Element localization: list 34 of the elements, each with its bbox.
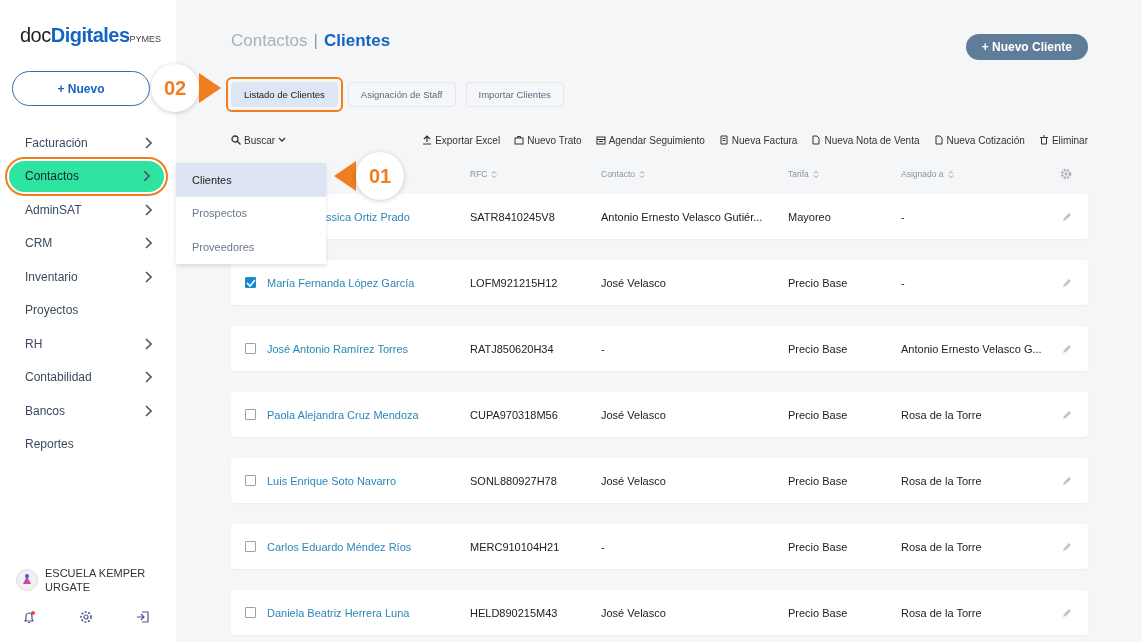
table-cell: Precio Base — [788, 474, 848, 487]
table-cell: - — [901, 210, 905, 223]
table-cell: Mayoreo — [788, 210, 831, 223]
table-cell: Rosa de la Torre — [901, 408, 982, 421]
step-badge-tooltip: 02 — [151, 64, 199, 112]
table-cell: Precio Base — [788, 408, 848, 421]
table-cell: José Velasco — [601, 606, 666, 619]
table-cell: José Velasco — [601, 408, 666, 421]
table-cell: - — [901, 276, 905, 289]
table-cell: Antonio Ernesto Velasco Gutiér... — [601, 210, 763, 223]
table-cell: HELD890215M43 — [470, 606, 558, 619]
table-cell: Rosa de la Torre — [901, 540, 982, 553]
table-cell: Rosa de la Torre — [901, 474, 982, 487]
table-cell: MERC910104H21 — [470, 540, 560, 553]
table-cell: José Velasco — [601, 474, 666, 487]
table-cell: José Velasco — [601, 276, 666, 289]
table-cell: Precio Base — [788, 342, 848, 355]
table-cell: CUPA970318M56 — [470, 408, 558, 421]
table-cell: SATR8410245V8 — [470, 210, 555, 223]
logo: docDigitalesPYMES — [19, 24, 162, 47]
table-cell: - — [601, 540, 605, 553]
table-cell: LOFM921215H12 — [470, 276, 558, 289]
table-cell: Precio Base — [788, 540, 848, 553]
table-cell: Precio Base — [788, 276, 848, 289]
breadcrumb-separator: | — [313, 31, 318, 51]
account-name: ESCUELA KEMPER URGATE — [45, 566, 147, 594]
step-badge-tooltip: 01 — [356, 152, 404, 200]
table-cell: Antonio Ernesto Velasco G... — [901, 342, 1042, 355]
table-cell: Precio Base — [788, 606, 848, 619]
table-cell: Rosa de la Torre — [901, 606, 982, 619]
table-cell: SONL880927H78 — [470, 474, 557, 487]
table-cell: RATJ850620H34 — [470, 342, 554, 355]
page-title: Clientes — [323, 31, 391, 51]
table-cell: - — [601, 342, 605, 355]
